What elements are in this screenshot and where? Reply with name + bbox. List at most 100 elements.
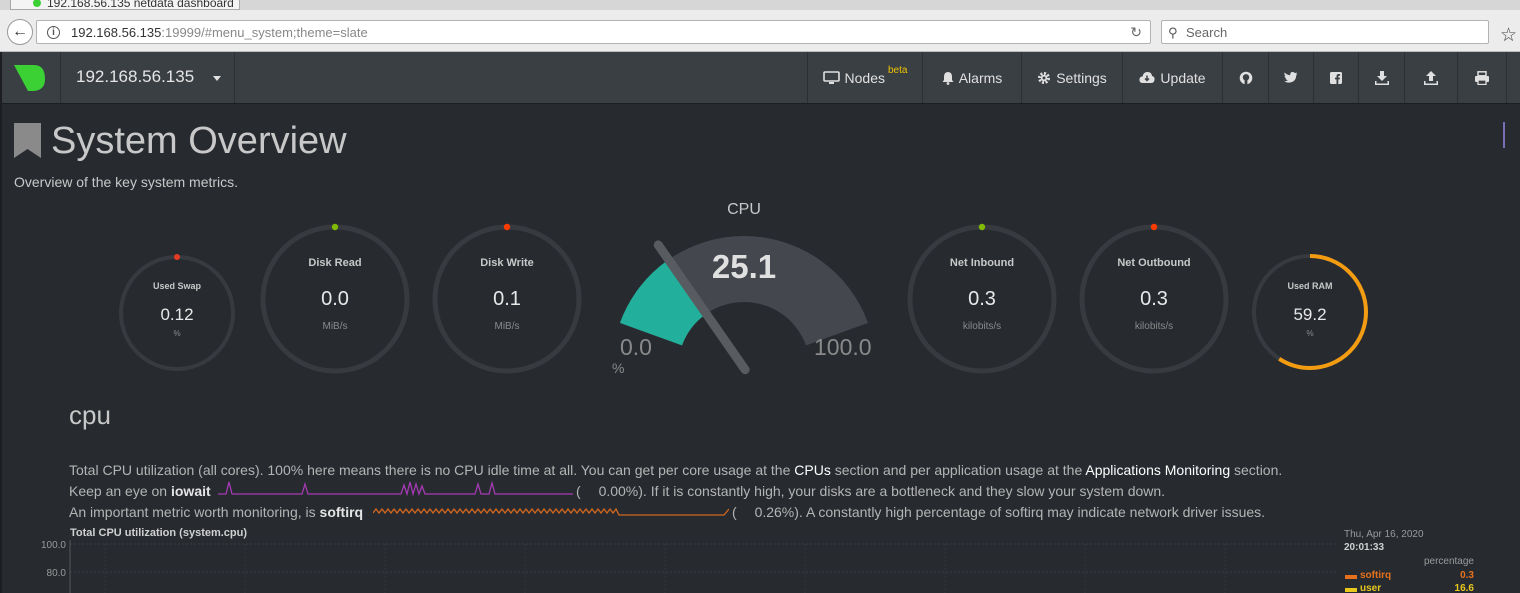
bookmark-star-icon[interactable]: ☆	[1500, 26, 1517, 46]
disk-write-gauge[interactable]: Disk Write 0.1 MiB/s	[432, 223, 582, 374]
browser-toolbar: ← i 192.168.56.135:19999/#menu_system;th…	[0, 10, 1520, 52]
text: Keep an eye on	[69, 483, 168, 499]
node-name: 192.168.56.135	[76, 67, 195, 86]
used-ram-title: Used RAM	[1287, 281, 1333, 291]
cpu-gauge-unit: %	[612, 360, 625, 376]
netdata-logo-icon[interactable]	[10, 63, 46, 93]
netdata-navbar: 192.168.56.135 Nodes beta Alarms Setting…	[0, 52, 1520, 104]
iowait-sparkline	[218, 480, 573, 496]
nodes-label: Nodes	[844, 69, 885, 86]
upload-icon	[1424, 70, 1438, 85]
disk-write-value: 0.1	[493, 288, 521, 310]
used-ram-unit: %	[1306, 329, 1314, 338]
site-info-icon[interactable]: i	[47, 26, 60, 39]
cpu-gauge-value: 25.1	[711, 248, 777, 285]
facebook-button[interactable]	[1313, 52, 1358, 103]
beta-badge: beta	[888, 65, 908, 76]
page-edge	[0, 52, 2, 593]
used-ram-value: 59.2	[1293, 305, 1327, 324]
legend-value: 16.6	[1454, 583, 1474, 593]
used-ram-gauge[interactable]: Used RAM 59.2 %	[1250, 252, 1370, 372]
address-bar[interactable]: i 192.168.56.135:19999/#menu_system;them…	[36, 20, 1151, 44]
tab-title: 192.168.56.135 netdata dashboard	[47, 0, 234, 10]
legend-name: user	[1360, 583, 1382, 593]
disk-write-title: Disk Write	[480, 257, 534, 269]
cpu-chart-grid	[69, 540, 1338, 593]
caret-down-icon	[213, 76, 221, 81]
softirq-label: softirq	[319, 504, 364, 520]
cpus-link[interactable]: CPUs	[794, 462, 831, 478]
url-path: :19999/#menu_system;theme=slate	[161, 25, 368, 40]
browser-tabstrip: 192.168.56.135 netdata dashboard	[0, 0, 1520, 10]
print-button[interactable]	[1457, 52, 1507, 103]
legend-units: percentage	[1423, 556, 1474, 567]
used-swap-unit: %	[173, 329, 181, 338]
text: If it is constantly high, your disks are…	[650, 483, 1166, 499]
text: Total CPU utilization (all cores). 100% …	[69, 462, 791, 478]
cpu-gauge[interactable]: CPU 25.1 0.0 100.0 %	[598, 196, 898, 386]
upload-button[interactable]	[1404, 52, 1457, 103]
alarms-label: Alarms	[958, 69, 1003, 86]
y-tick-label: 100.0	[41, 540, 66, 551]
url-host: 192.168.56.135	[71, 25, 162, 40]
legend-time: 20:01:33	[1344, 542, 1385, 553]
legend-item-user[interactable]: user 16.6	[1344, 583, 1475, 593]
github-button[interactable]	[1222, 52, 1268, 103]
text: (	[576, 483, 581, 499]
applications-monitoring-link[interactable]: Applications Monitoring	[1085, 462, 1230, 478]
used-swap-gauge[interactable]: Used Swap 0.12 %	[117, 253, 237, 373]
cpu-gauge-min: 0.0	[620, 334, 652, 360]
cpu-description-line-2: Keep an eye on iowait	[69, 483, 211, 499]
settings-label: Settings	[1056, 69, 1107, 86]
text: An important metric worth monitoring, is	[69, 504, 316, 520]
legend-name: softirq	[1360, 570, 1392, 581]
update-button[interactable]: Update	[1122, 52, 1222, 103]
disk-read-title: Disk Read	[308, 257, 362, 269]
cpu-gauge-max: 100.0	[814, 334, 872, 360]
url-text[interactable]: 192.168.56.135:19999/#menu_system;theme=…	[71, 25, 368, 40]
text: section and per application usage at the	[834, 462, 1083, 478]
scrollbar-thumb[interactable]	[1503, 122, 1505, 148]
net-outbound-gauge[interactable]: Net Outbound 0.3 kilobits/s	[1079, 223, 1229, 374]
iowait-label: iowait	[170, 483, 211, 499]
softirq-value-text: ( 0.26%). A constantly high percentage o…	[732, 504, 1265, 520]
settings-button[interactable]: Settings	[1021, 52, 1122, 103]
back-button[interactable]: ←	[7, 19, 33, 45]
node-selector-dropdown[interactable]: 192.168.56.135	[61, 52, 235, 103]
cpu-gauge-title: CPU	[727, 201, 761, 218]
reload-icon[interactable]: ↻	[1130, 24, 1142, 41]
download-button[interactable]	[1358, 52, 1404, 103]
netdata-favicon-icon	[33, 0, 41, 7]
iowait-value-text: ( 0.00%). If it is constantly high, your…	[576, 483, 1165, 499]
cloud-download-icon	[1139, 72, 1155, 83]
bell-icon	[942, 71, 954, 85]
twitter-icon	[1284, 71, 1298, 83]
github-icon	[1239, 71, 1252, 84]
search-input[interactable]	[1186, 22, 1481, 42]
browser-tab[interactable]: 192.168.56.135 netdata dashboard	[10, 0, 240, 10]
nodes-button[interactable]: Nodes beta	[807, 52, 922, 103]
cpu-chart[interactable]: 100.0 80.0	[0, 535, 1340, 593]
iowait-value: 0.00%).	[598, 483, 647, 499]
text: (	[732, 504, 737, 520]
download-icon	[1374, 70, 1389, 85]
desktop-icon	[822, 70, 840, 84]
disk-read-value: 0.0	[321, 288, 349, 310]
page-title: System Overview	[51, 120, 347, 162]
facebook-icon	[1330, 71, 1342, 84]
legend-swatch	[1345, 575, 1357, 579]
cpu-chart-y-ticks: 100.0 80.0	[41, 540, 66, 579]
legend-value: 0.3	[1460, 570, 1474, 581]
alarms-button[interactable]: Alarms	[922, 52, 1021, 103]
disk-read-unit: MiB/s	[322, 321, 348, 332]
softirq-sparkline	[373, 507, 729, 516]
net-inbound-title: Net Inbound	[949, 257, 1015, 269]
net-inbound-gauge[interactable]: Net Inbound 0.3 kilobits/s	[907, 223, 1057, 374]
net-outbound-title: Net Outbound	[1117, 257, 1191, 269]
used-swap-value: 0.12	[160, 305, 194, 324]
disk-read-gauge[interactable]: Disk Read 0.0 MiB/s	[260, 223, 410, 374]
twitter-button[interactable]	[1268, 52, 1313, 103]
update-label: Update	[1160, 69, 1206, 86]
legend-item-softirq[interactable]: softirq 0.3	[1344, 570, 1475, 582]
browser-search-box[interactable]: ⚲	[1161, 20, 1489, 44]
